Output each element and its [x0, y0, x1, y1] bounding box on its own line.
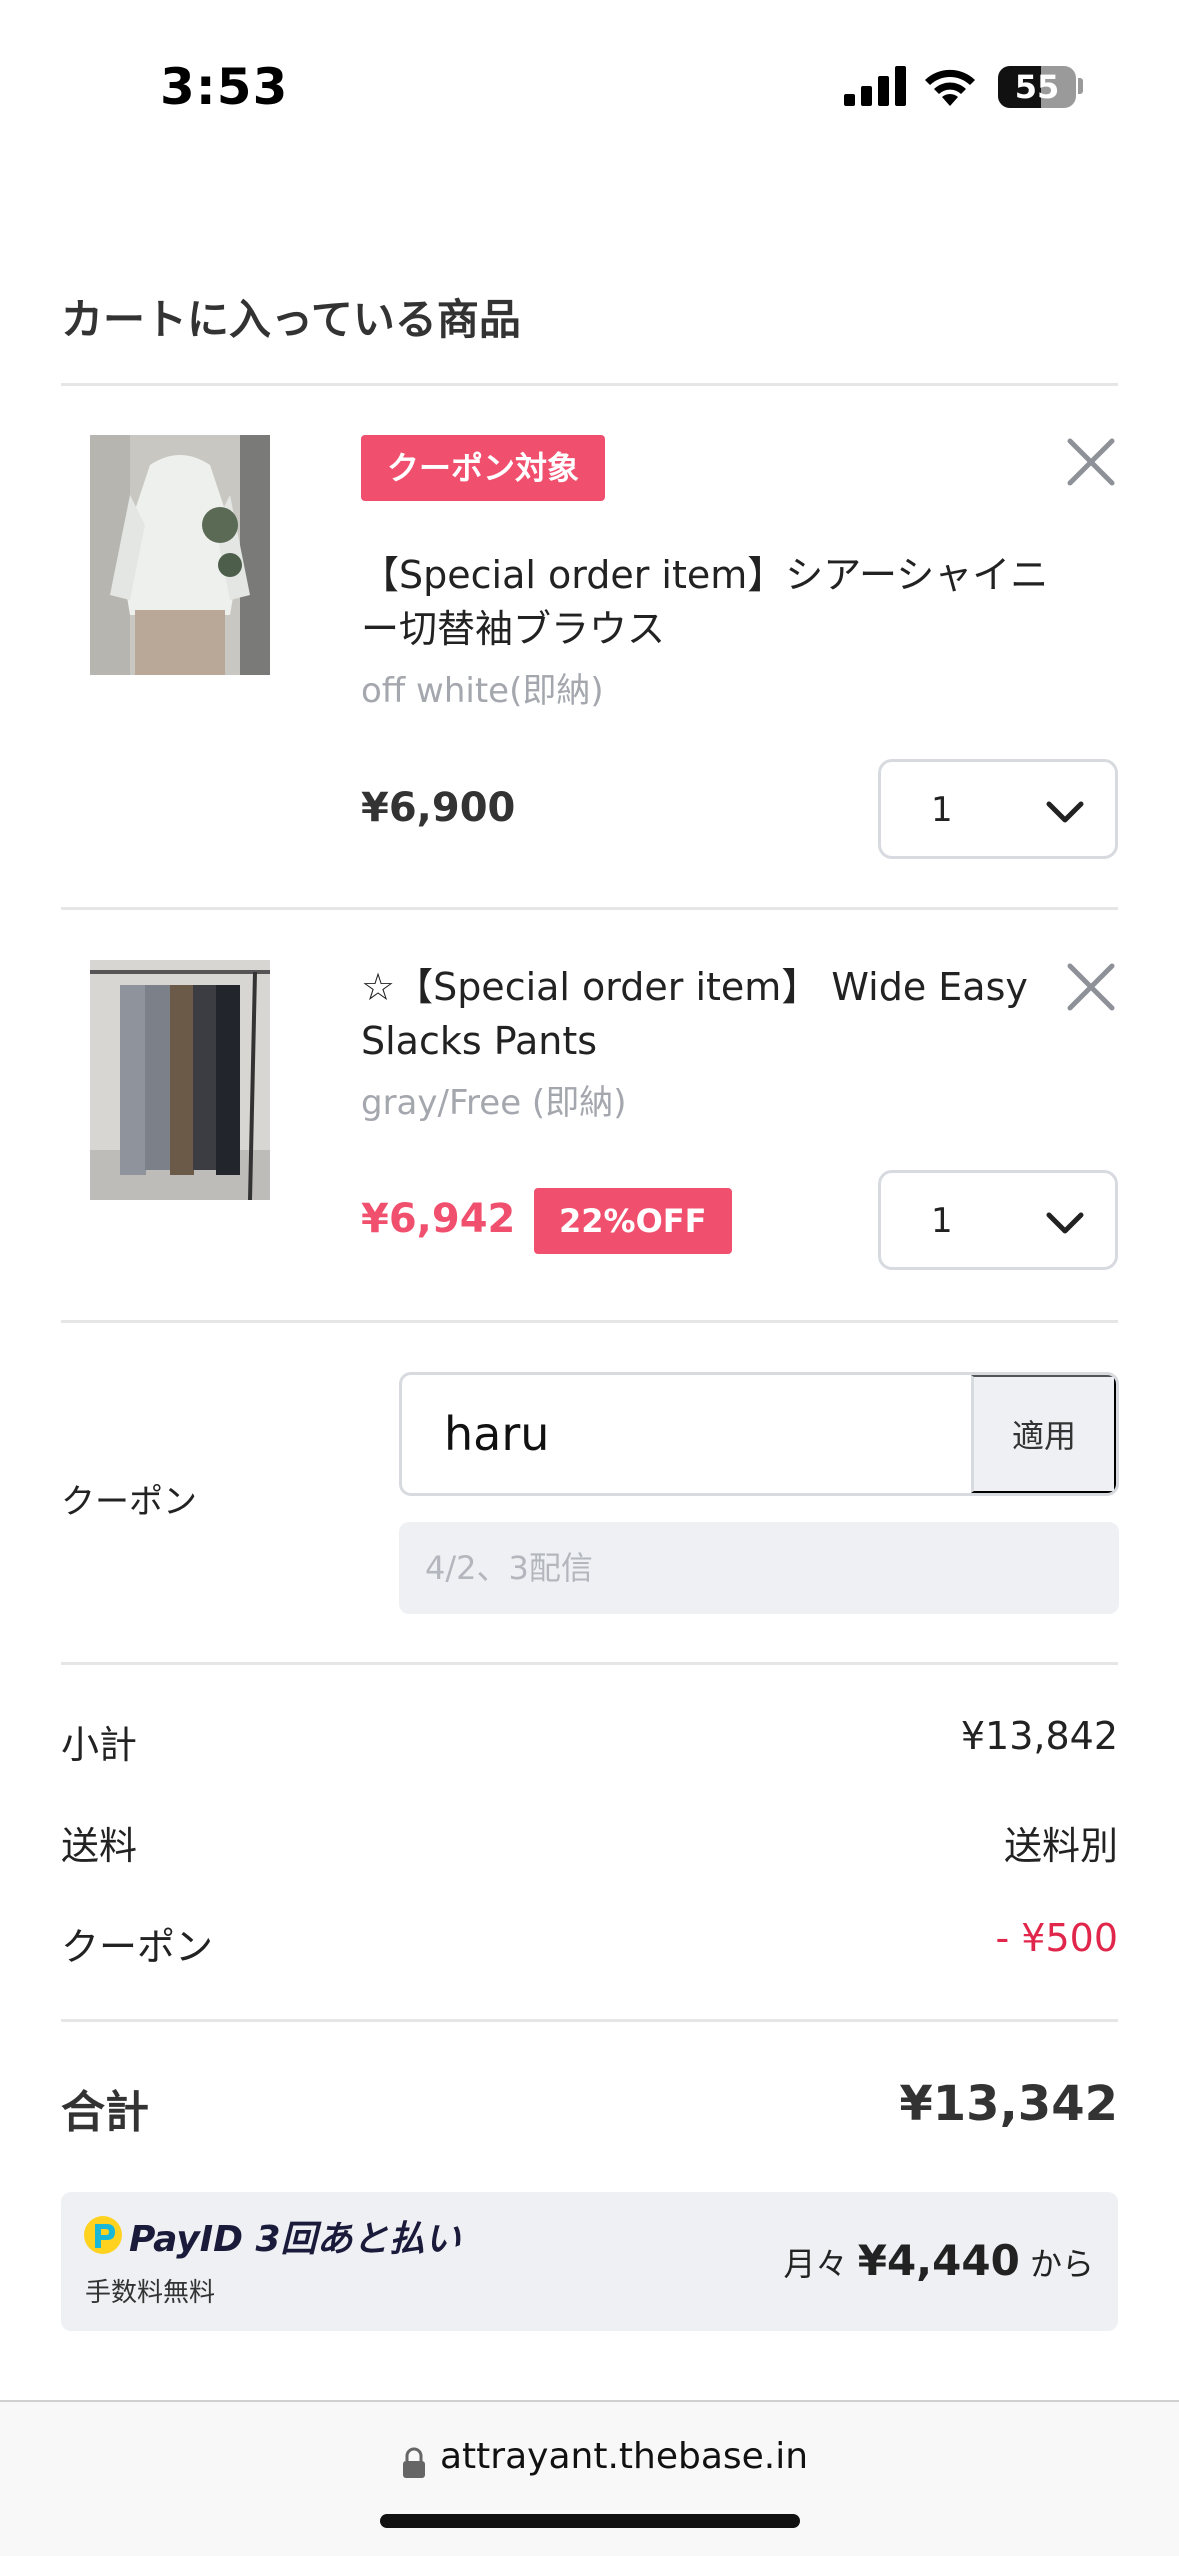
- page-title: カートに入っている商品: [61, 295, 521, 344]
- status-time: 3:53: [160, 58, 289, 116]
- lock-icon: [403, 2447, 425, 2478]
- subtotal-label: 小計: [61, 1723, 138, 1767]
- product-variant: gray/Free (即納): [361, 1083, 627, 1123]
- product-name[interactable]: 【Special order item】シアーシャイニー切替袖ブラウス: [361, 548, 1081, 656]
- product-variant: off white(即納): [361, 671, 604, 711]
- product-image-blouse[interactable]: [90, 435, 270, 675]
- chevron-down-icon: [1046, 1212, 1084, 1234]
- battery-cap: [1078, 78, 1083, 94]
- divider: [61, 907, 1118, 910]
- quantity-value: 1: [931, 1201, 953, 1241]
- product-sale-price: ¥6,942: [361, 1196, 516, 1242]
- shipping-label: 送料: [61, 1824, 138, 1868]
- chevron-down-icon: [1046, 801, 1084, 823]
- shipping-value: 送料別: [1003, 1824, 1118, 1868]
- coupon-eligible-badge: クーポン対象: [361, 435, 606, 501]
- cellular-signal-icon: [844, 66, 906, 106]
- cart-item: クーポン対象 【Special order item】シアーシャイニー切替袖ブラ…: [61, 435, 1118, 875]
- coupon-note: 4/2、3配信: [399, 1522, 1119, 1614]
- payid-logo-icon: [84, 2216, 122, 2254]
- quantity-value: 1: [931, 790, 953, 830]
- battery-icon: 55: [998, 66, 1076, 108]
- coupon-field: 適用: [399, 1372, 1119, 1496]
- divider: [61, 1662, 1118, 1665]
- payid-suffix: から: [1029, 2245, 1094, 2283]
- browser-url[interactable]: attrayant.thebase.in: [440, 2436, 808, 2477]
- product-price: ¥6,900: [361, 785, 516, 831]
- divider: [61, 383, 1118, 386]
- payid-installment-banner[interactable]: PayID 3回あと払い 手数料無料 月々 ¥4,440 から: [61, 2192, 1118, 2331]
- total-value: ¥13,342: [899, 2076, 1118, 2132]
- coupon-input[interactable]: [402, 1375, 977, 1493]
- total-label: 合計: [61, 2087, 149, 2138]
- coupon-discount-row: クーポン - ¥500: [61, 1916, 1118, 1976]
- discount-badge: 22%OFF: [534, 1188, 732, 1254]
- quantity-select[interactable]: 1: [878, 759, 1118, 859]
- divider: [61, 1320, 1118, 1323]
- browser-bottom-bar: [0, 2400, 1179, 2556]
- wifi-icon: [925, 69, 975, 106]
- quantity-select[interactable]: 1: [878, 1170, 1118, 1270]
- product-image-pants[interactable]: [90, 960, 270, 1200]
- payid-subtitle: 手数料無料: [85, 2278, 216, 2308]
- payid-amount: ¥4,440: [857, 2236, 1020, 2285]
- home-indicator[interactable]: [380, 2514, 800, 2528]
- payid-prefix: 月々: [783, 2245, 848, 2283]
- subtotal-value: ¥13,842: [960, 1714, 1118, 1758]
- total-row: 合計 ¥13,342: [61, 2076, 1118, 2138]
- payid-monthly: 月々 ¥4,440 から: [784, 2236, 1094, 2285]
- battery-percent: 55: [1014, 68, 1060, 106]
- subtotal-row: 小計 ¥13,842: [61, 1714, 1118, 1774]
- cart-item: ☆【Special order item】 Wide Easy Slacks P…: [61, 960, 1118, 1290]
- divider: [61, 2019, 1118, 2022]
- coupon-discount-label: クーポン: [61, 1925, 214, 1969]
- payid-title: PayID 3回あと払い: [129, 2219, 461, 2260]
- product-name[interactable]: ☆【Special order item】 Wide Easy Slacks P…: [361, 960, 1081, 1068]
- close-icon[interactable]: [1064, 435, 1118, 489]
- shipping-row: 送料 送料別: [61, 1815, 1118, 1875]
- coupon-discount-value: - ¥500: [995, 1916, 1119, 1960]
- coupon-label: クーポン: [61, 1482, 197, 1522]
- apply-coupon-button[interactable]: 適用: [971, 1375, 1116, 1493]
